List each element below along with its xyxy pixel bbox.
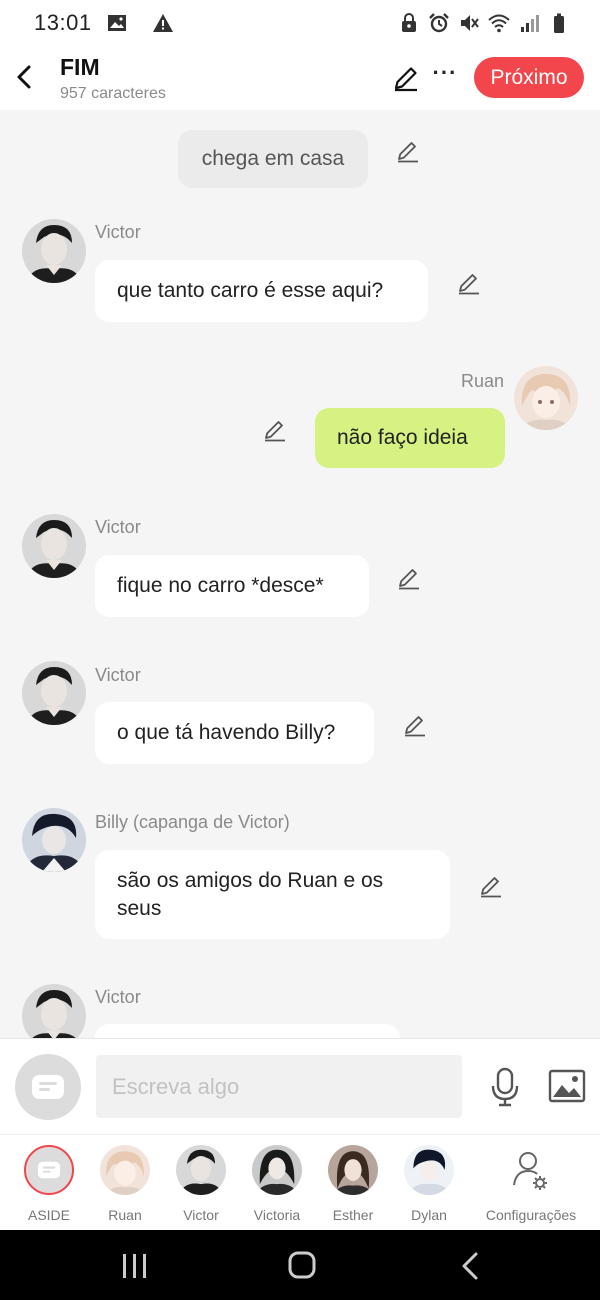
narration-bubble[interactable]: chega em casa [178, 130, 368, 188]
character-label: Victoria [253, 1207, 301, 1223]
message-text: fique no carro *desce* [117, 574, 324, 597]
sender-name: Victor [95, 517, 141, 537]
chat-area[interactable]: chega em casa Victor que tanto carro é e… [0, 110, 600, 1038]
avatar-victor[interactable] [22, 219, 86, 283]
avatar-victor[interactable] [22, 514, 86, 578]
aside-chat-icon [32, 1075, 64, 1099]
status-time: 13:01 [34, 10, 92, 35]
next-button[interactable]: Próximo [474, 57, 584, 98]
status-bar: 13:01 [0, 0, 600, 46]
character-label: Configurações [485, 1207, 577, 1223]
sender-name: Victor [95, 665, 141, 685]
avatar-victor[interactable] [22, 661, 86, 725]
message-text: chega em casa [201, 147, 345, 170]
gallery-icon [107, 15, 126, 31]
avatar [252, 1145, 302, 1195]
character-esther[interactable]: Esther [315, 1145, 391, 1223]
message-bubble[interactable]: o que tá havendo Billy? [95, 702, 374, 764]
avatar [100, 1145, 150, 1195]
top-app-bar: FIM 957 caracteres ··· Próximo [0, 46, 600, 110]
message-bubble[interactable] [95, 1024, 400, 1038]
character-bar: ASIDE Ruan Victor Victoria Esther Dylan [0, 1134, 600, 1230]
chevron-left-icon [17, 65, 31, 89]
recent-apps-icon[interactable] [115, 1250, 155, 1282]
more-options-button[interactable]: ··· [432, 62, 458, 90]
aside-toggle-button[interactable] [15, 1054, 81, 1120]
character-label: Esther [332, 1207, 374, 1223]
lock-icon [402, 13, 416, 32]
edit-title-pencil-icon[interactable] [392, 64, 420, 92]
sender-name: Billy (capanga de Victor) [95, 812, 290, 832]
compose-bar [0, 1038, 600, 1134]
edit-message-pencil-icon[interactable] [396, 139, 420, 163]
message-bubble-outgoing[interactable]: não faço ideia [315, 408, 505, 468]
character-label: Ruan [108, 1207, 142, 1223]
edit-message-pencil-icon[interactable] [263, 418, 287, 442]
avatar-victor[interactable] [22, 984, 86, 1038]
avatar-billy[interactable] [22, 808, 86, 872]
edit-message-pencil-icon[interactable] [457, 271, 481, 295]
aside-avatar [24, 1145, 74, 1195]
avatar [404, 1145, 454, 1195]
message-bubble[interactable]: fique no carro *desce* [95, 555, 369, 617]
message-text: são os amigos do Ruan e os seus [117, 868, 384, 920]
character-victoria[interactable]: Victoria [239, 1145, 315, 1223]
microphone-icon[interactable] [490, 1067, 520, 1107]
mute-icon [461, 15, 479, 31]
character-victor[interactable]: Victor [163, 1145, 239, 1223]
home-icon[interactable] [282, 1250, 322, 1282]
message-bubble[interactable]: que tanto carro é esse aqui? [95, 260, 428, 322]
character-label: ASIDE [27, 1207, 70, 1223]
system-nav-bar [0, 1230, 600, 1300]
back-nav-icon[interactable] [450, 1250, 490, 1282]
alarm-icon [429, 13, 449, 33]
character-count: 957 caracteres [60, 85, 166, 102]
signal-icon [521, 15, 539, 32]
image-icon[interactable] [548, 1069, 586, 1103]
character-dylan[interactable]: Dylan [391, 1145, 467, 1223]
message-text: não faço ideia [337, 426, 468, 449]
sender-name: Ruan [461, 371, 505, 391]
avatar [176, 1145, 226, 1195]
settings-button[interactable]: Configurações [480, 1145, 582, 1223]
character-label: Victor [183, 1207, 219, 1223]
aside-chat-icon [37, 1161, 61, 1179]
user-settings-icon [506, 1145, 556, 1195]
character-ruan[interactable]: Ruan [87, 1145, 163, 1223]
battery-icon [554, 13, 564, 33]
message-text: o que tá havendo Billy? [117, 721, 336, 744]
character-label: Dylan [411, 1207, 447, 1223]
sender-name: Victor [95, 987, 141, 1007]
avatar [328, 1145, 378, 1195]
page-title: FIM [60, 54, 100, 80]
edit-message-pencil-icon[interactable] [403, 713, 427, 737]
edit-message-pencil-icon[interactable] [479, 874, 503, 898]
warning-icon [152, 14, 173, 32]
message-text: que tanto carro é esse aqui? [117, 279, 384, 302]
edit-message-pencil-icon[interactable] [397, 566, 421, 590]
message-input[interactable] [96, 1055, 462, 1118]
message-bubble[interactable]: são os amigos do Ruan e os seus [95, 850, 450, 939]
wifi-icon [488, 14, 510, 33]
avatar-ruan[interactable] [514, 366, 578, 430]
back-button[interactable] [10, 60, 38, 94]
sender-name: Victor [95, 222, 141, 242]
character-aside[interactable]: ASIDE [11, 1145, 87, 1223]
